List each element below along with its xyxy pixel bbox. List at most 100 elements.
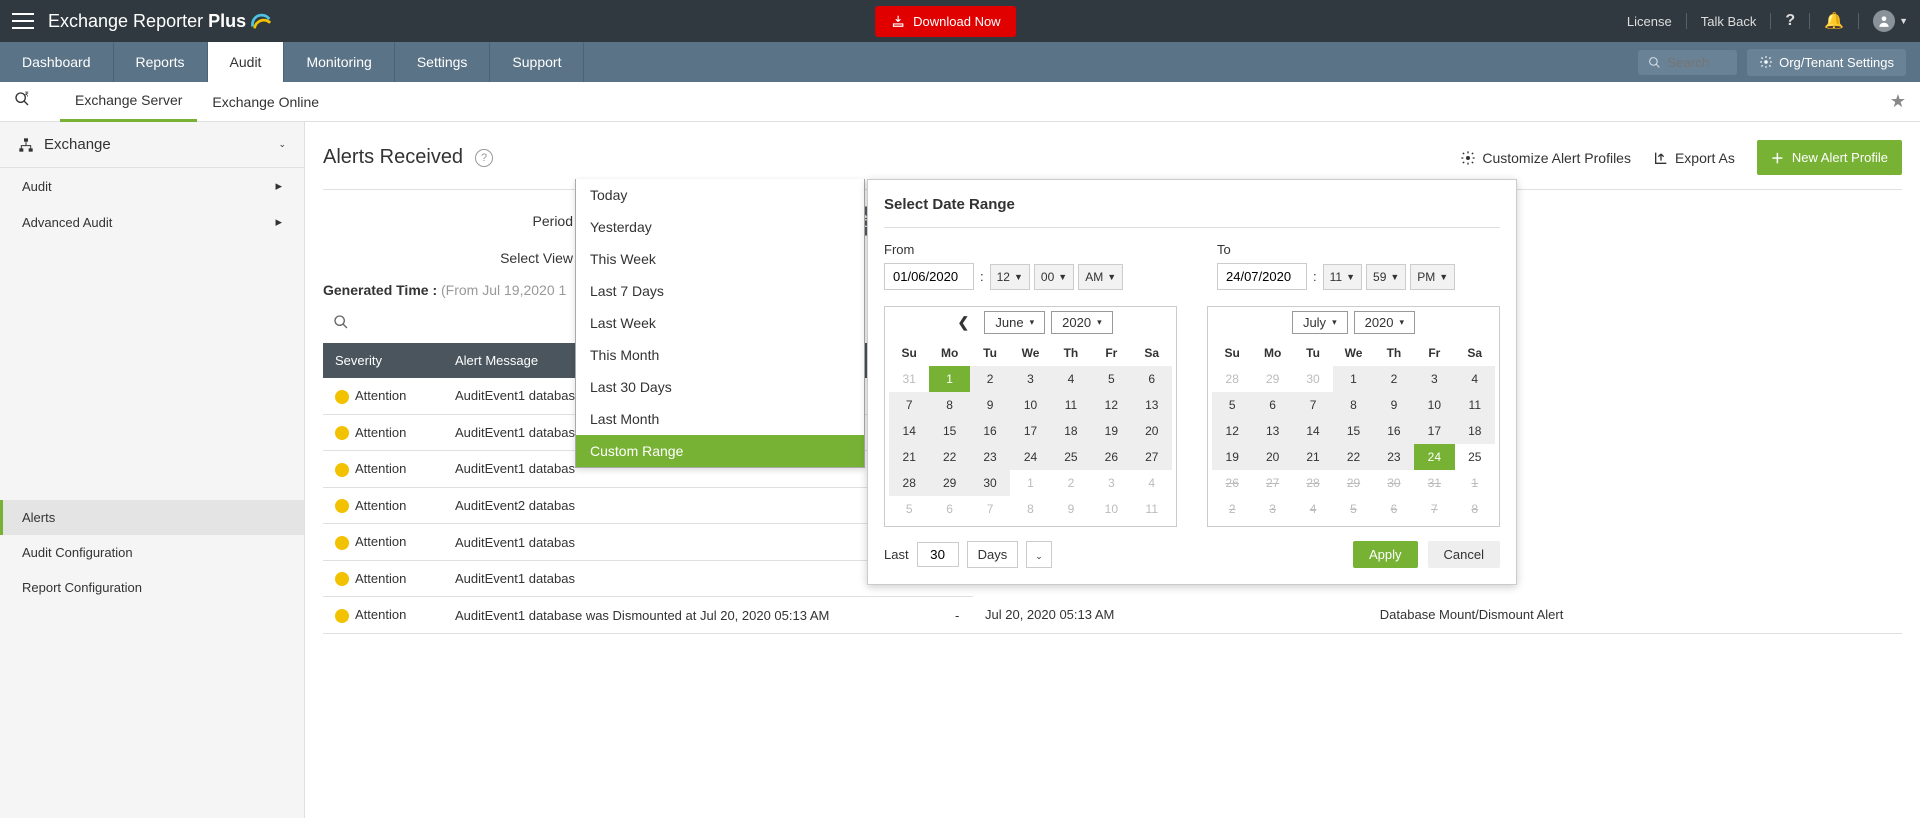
calendar-day[interactable]: 27: [1132, 444, 1172, 470]
calendar-day[interactable]: 24: [1414, 444, 1454, 470]
calendar-day[interactable]: 12: [1212, 418, 1252, 444]
calendar-day[interactable]: 23: [970, 444, 1010, 470]
calendar-day[interactable]: 2: [1051, 470, 1091, 496]
calendar-day[interactable]: 20: [1252, 444, 1292, 470]
calendar-day[interactable]: 4: [1293, 496, 1333, 522]
calendar-day[interactable]: 24: [1010, 444, 1050, 470]
calendar-day[interactable]: 21: [1293, 444, 1333, 470]
sidebar-item-audit[interactable]: Audit▸: [0, 168, 304, 204]
calendar-day[interactable]: 3: [1091, 470, 1131, 496]
org-settings-button[interactable]: Org/Tenant Settings: [1747, 49, 1906, 76]
calendar-day[interactable]: 3: [1252, 496, 1292, 522]
calendar-day[interactable]: 30: [970, 470, 1010, 496]
sidebar-item-alerts[interactable]: Alerts: [0, 500, 304, 535]
table-row[interactable]: AttentionAuditEvent1 database was Dismou…: [323, 597, 1902, 634]
calendar-day[interactable]: 26: [1212, 470, 1252, 496]
calendar-day[interactable]: 21: [889, 444, 929, 470]
star-icon[interactable]: ★: [1890, 91, 1906, 112]
to-minute-select[interactable]: 59▼: [1366, 264, 1406, 290]
menu-icon[interactable]: [12, 13, 34, 29]
last-unit-caret[interactable]: ⌄: [1026, 541, 1052, 568]
calendar-day[interactable]: 23: [1374, 444, 1414, 470]
period-option[interactable]: Last Month: [576, 403, 864, 435]
last-n-input[interactable]: [917, 542, 959, 567]
calendar-day[interactable]: 6: [1132, 366, 1172, 392]
calendar-day[interactable]: 17: [1414, 418, 1454, 444]
calendar-day[interactable]: 10: [1091, 496, 1131, 522]
nav-audit[interactable]: Audit: [208, 42, 285, 82]
calendar-day[interactable]: 9: [1051, 496, 1091, 522]
global-search[interactable]: [1638, 50, 1737, 75]
apply-button[interactable]: Apply: [1353, 541, 1418, 568]
calendar-day[interactable]: 6: [1252, 392, 1292, 418]
calendar-day[interactable]: 4: [1051, 366, 1091, 392]
nav-settings[interactable]: Settings: [395, 42, 491, 82]
calendar-day[interactable]: 4: [1455, 366, 1495, 392]
calendar-day[interactable]: 16: [1374, 418, 1414, 444]
from-ampm-select[interactable]: AM▼: [1078, 264, 1123, 290]
calendar-day[interactable]: 7: [1414, 496, 1454, 522]
period-option[interactable]: This Month: [576, 339, 864, 371]
calendar-day[interactable]: 4: [1132, 470, 1172, 496]
from-date-input[interactable]: [884, 263, 974, 290]
calendar-day[interactable]: 27: [1252, 470, 1292, 496]
to-date-input[interactable]: [1217, 263, 1307, 290]
calendar-day[interactable]: 20: [1132, 418, 1172, 444]
calendar-day[interactable]: 15: [1333, 418, 1373, 444]
calendar-day[interactable]: 5: [1333, 496, 1373, 522]
calendar-day[interactable]: 22: [1333, 444, 1373, 470]
nav-dashboard[interactable]: Dashboard: [0, 42, 114, 82]
calendar-day[interactable]: 18: [1455, 418, 1495, 444]
calendar-day[interactable]: 10: [1010, 392, 1050, 418]
calendar-day[interactable]: 16: [970, 418, 1010, 444]
calendar-day[interactable]: 11: [1051, 392, 1091, 418]
sidebar-item-audit-config[interactable]: Audit Configuration: [0, 535, 304, 570]
calendar-day[interactable]: 28: [1212, 366, 1252, 392]
calendar-day[interactable]: 9: [970, 392, 1010, 418]
period-option[interactable]: Last Week: [576, 307, 864, 339]
to-month-select[interactable]: July▾: [1292, 311, 1348, 334]
sidebar-section-exchange[interactable]: Exchange ⌄: [0, 122, 304, 168]
calendar-day[interactable]: 30: [1374, 470, 1414, 496]
calendar-day[interactable]: 1: [1455, 470, 1495, 496]
calendar-day[interactable]: 6: [1374, 496, 1414, 522]
calendar-day[interactable]: 2: [1374, 366, 1414, 392]
sidebar-item-advanced-audit[interactable]: Advanced Audit▸: [0, 204, 304, 240]
last-unit-select[interactable]: Days: [967, 541, 1019, 568]
subnav-search-icon[interactable]: ₹: [14, 91, 30, 112]
calendar-day[interactable]: 17: [1010, 418, 1050, 444]
to-hour-select[interactable]: 11▼: [1323, 264, 1362, 290]
calendar-day[interactable]: 1: [929, 366, 969, 392]
calendar-day[interactable]: 13: [1132, 392, 1172, 418]
sidebar-item-report-config[interactable]: Report Configuration: [0, 570, 304, 605]
calendar-day[interactable]: 22: [929, 444, 969, 470]
period-option[interactable]: Today: [576, 179, 864, 211]
calendar-day[interactable]: 31: [889, 366, 929, 392]
subnav-exchange-server[interactable]: Exchange Server: [60, 82, 197, 122]
period-option[interactable]: Yesterday: [576, 211, 864, 243]
calendar-day[interactable]: 31: [1414, 470, 1454, 496]
calendar-day[interactable]: 12: [1091, 392, 1131, 418]
calendar-day[interactable]: 3: [1010, 366, 1050, 392]
calendar-day[interactable]: 11: [1132, 496, 1172, 522]
calendar-day[interactable]: 13: [1252, 418, 1292, 444]
calendar-day[interactable]: 8: [1333, 392, 1373, 418]
calendar-day[interactable]: 25: [1051, 444, 1091, 470]
calendar-day[interactable]: 28: [1293, 470, 1333, 496]
calendar-day[interactable]: 2: [970, 366, 1010, 392]
calendar-day[interactable]: 2: [1212, 496, 1252, 522]
calendar-day[interactable]: 29: [929, 470, 969, 496]
calendar-day[interactable]: 29: [1333, 470, 1373, 496]
from-minute-select[interactable]: 00▼: [1034, 264, 1074, 290]
nav-support[interactable]: Support: [490, 42, 584, 82]
calendar-day[interactable]: 14: [889, 418, 929, 444]
help-icon[interactable]: ?: [1785, 12, 1795, 30]
calendar-day[interactable]: 7: [889, 392, 929, 418]
calendar-day[interactable]: 15: [929, 418, 969, 444]
calendar-day[interactable]: 3: [1414, 366, 1454, 392]
download-button[interactable]: Download Now: [875, 6, 1016, 37]
nav-monitoring[interactable]: Monitoring: [284, 42, 394, 82]
license-link[interactable]: License: [1627, 14, 1672, 29]
calendar-day[interactable]: 7: [1293, 392, 1333, 418]
search-input[interactable]: [1667, 55, 1727, 70]
